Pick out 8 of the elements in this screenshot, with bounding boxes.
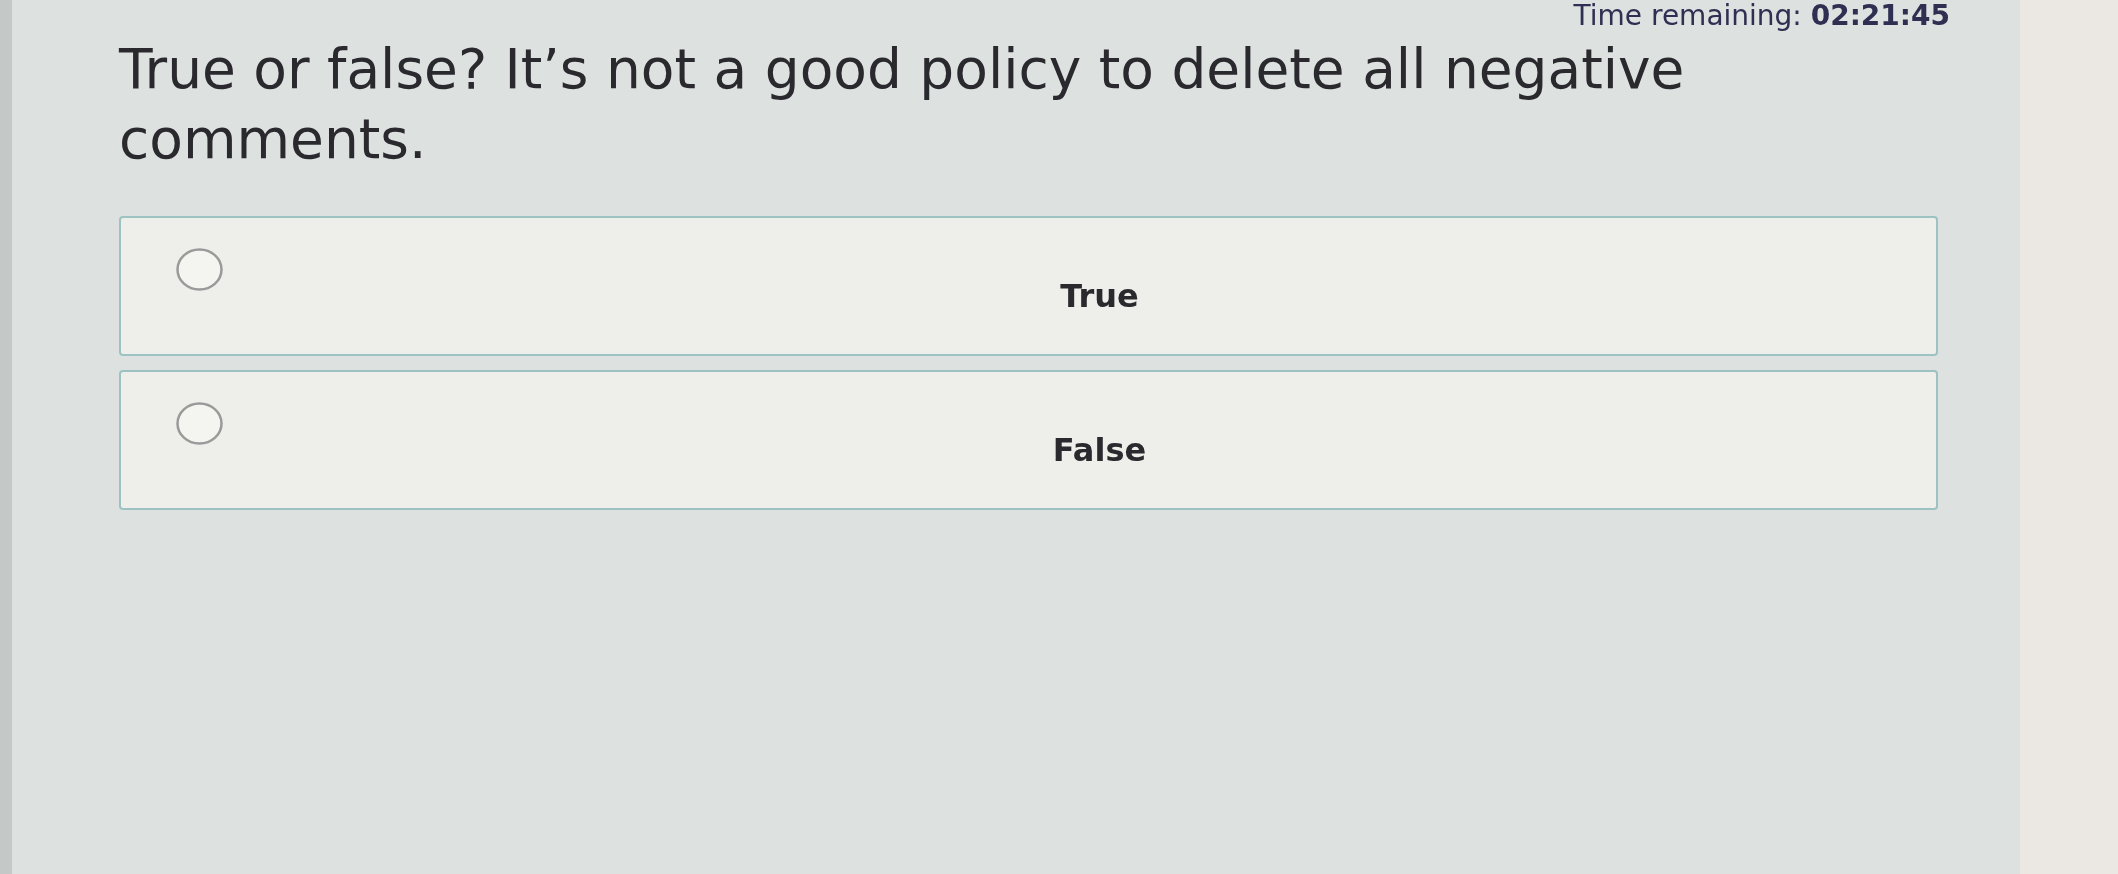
- radio-button[interactable]: [176, 402, 223, 445]
- option-label: True: [1059, 276, 1140, 317]
- question-text: True or false? It’s not a good policy to delete all negative comments.: [119, 36, 1686, 173]
- answer-option[interactable]: False: [119, 370, 1938, 510]
- radio-button[interactable]: [176, 248, 223, 291]
- time-remaining: Time remaining: 02:21:45: [1572, 0, 1950, 34]
- option-label: False: [1051, 430, 1148, 471]
- answer-option[interactable]: True: [119, 216, 1938, 356]
